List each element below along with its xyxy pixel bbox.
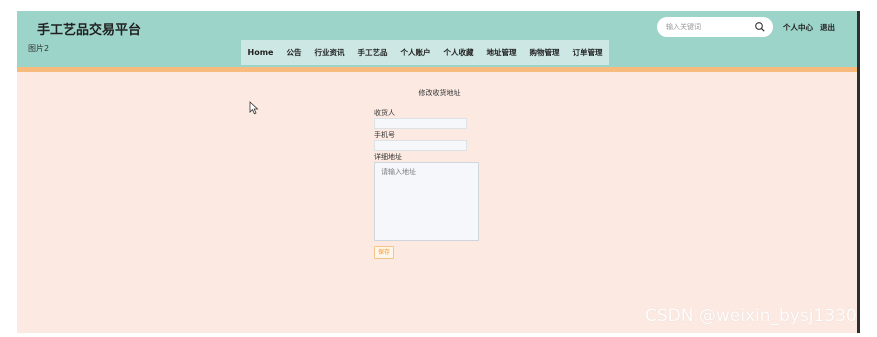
address-label: 详细地址 (374, 153, 402, 161)
search-box (657, 17, 773, 37)
nav-industry-news[interactable]: 行业资讯 (308, 40, 351, 65)
nav-cart-management[interactable]: 购物管理 (523, 40, 566, 65)
logout-link[interactable]: 退出 (820, 22, 835, 33)
main-nav: Home 公告 行业资讯 手工艺品 个人账户 个人收藏 地址管理 购物管理 订单… (241, 40, 609, 65)
nav-order-management[interactable]: 订单管理 (566, 40, 609, 65)
user-center-link[interactable]: 个人中心 (783, 22, 813, 33)
page-frame: 手工艺品交易平台 图片2 个人中心 退出 Home 公告 行业资讯 手工艺品 个… (17, 11, 860, 333)
window-edge (857, 11, 860, 333)
save-button[interactable]: 保存 (374, 246, 395, 259)
search-icon[interactable] (754, 21, 766, 33)
form-title: 修改收货地址 (418, 89, 461, 97)
site-header: 手工艺品交易平台 图片2 个人中心 退出 Home 公告 行业资讯 手工艺品 个… (17, 11, 860, 67)
small-image-link[interactable]: 图片2 (28, 43, 49, 54)
phone-label: 手机号 (374, 131, 395, 139)
nav-handicrafts[interactable]: 手工艺品 (351, 40, 394, 65)
address-textarea[interactable] (374, 162, 479, 241)
search-input[interactable] (666, 20, 756, 34)
receiver-input[interactable] (374, 118, 467, 129)
receiver-label: 收货人 (374, 109, 395, 117)
mouse-cursor-icon (249, 101, 259, 115)
site-title: 手工艺品交易平台 (37, 23, 142, 38)
nav-announcement[interactable]: 公告 (280, 40, 308, 65)
nav-address-management[interactable]: 地址管理 (480, 40, 523, 65)
nav-home[interactable]: Home (241, 40, 280, 65)
nav-favorites[interactable]: 个人收藏 (437, 40, 480, 65)
nav-personal-account[interactable]: 个人账户 (394, 40, 437, 65)
watermark: CSDN @weixin_bysj1330 (645, 306, 857, 326)
phone-input[interactable] (374, 140, 467, 151)
accent-bar (17, 67, 860, 72)
